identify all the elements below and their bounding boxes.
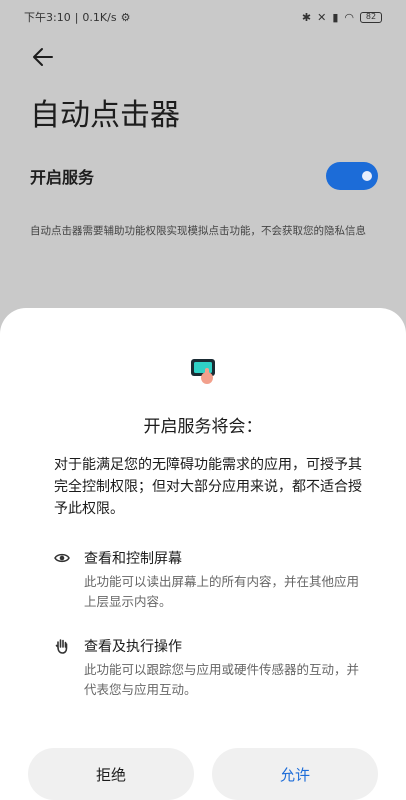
permission-item: 查看及执行操作 此功能可以跟踪您与应用或硬件传感器的互动，并代表您与应用互动。 [54, 636, 374, 700]
hand-icon [55, 639, 68, 654]
service-toggle[interactable] [326, 162, 378, 190]
permission-sheet: 开启服务将会： 对于能满足您的无障碍功能需求的应用，可授予其完全控制权限；但对大… [0, 308, 406, 800]
wifi-icon: ◠ [344, 10, 354, 24]
bluetooth-icon: ✱ [301, 10, 312, 24]
service-description: 自动点击器需要辅助功能权限实现模拟点击功能，不会获取您的隐私信息 [30, 225, 366, 237]
mute-icon: ✕ [317, 10, 327, 24]
allow-button[interactable]: 允许 [212, 748, 378, 800]
toggle-knob [362, 171, 372, 181]
notification-icon: ⚙ [120, 10, 131, 24]
status-right: ✱ ✕ ▮ ◠ 82 [302, 11, 382, 24]
network-speed: 0.1K/s [82, 10, 117, 24]
deny-button[interactable]: 拒绝 [28, 748, 194, 800]
sheet-title: 开启服务将会： [143, 417, 263, 437]
signal-icon: ▮ [332, 10, 339, 24]
permission-description: 此功能可以读出屏幕上的所有内容，并在其他应用上层显示内容。 [84, 574, 360, 609]
permission-head: 查看及执行操作 [54, 636, 374, 656]
permission-head: 查看和控制屏幕 [54, 548, 374, 568]
status-time: 下午3:10 [24, 11, 71, 24]
status-divider: | [74, 10, 79, 24]
sheet-body: 对于能满足您的无障碍功能需求的应用，可授予其完全控制权限；但对大部分应用来说，都… [54, 457, 362, 517]
permission-title: 查看及执行操作 [84, 639, 182, 655]
permission-description: 此功能可以跟踪您与应用或硬件传感器的互动，并代表您与应用互动。 [84, 662, 360, 697]
status-left: 下午3:10 | 0.1K/s ⚙ [24, 9, 130, 25]
service-toggle-row[interactable]: 开启服务 [30, 162, 378, 190]
battery-icon: 82 [360, 11, 382, 23]
accessibility-app-icon [191, 359, 215, 384]
permission-title: 查看和控制屏幕 [84, 551, 182, 567]
back-arrow-icon[interactable] [30, 44, 56, 70]
service-label: 开启服务 [30, 168, 95, 187]
eye-icon [54, 553, 70, 563]
status-bar: 下午3:10 | 0.1K/s ⚙ ✱ ✕ ▮ ◠ 82 [0, 0, 406, 34]
permission-item: 查看和控制屏幕 此功能可以读出屏幕上的所有内容，并在其他应用上层显示内容。 [54, 548, 374, 612]
page-title: 自动点击器 [30, 98, 180, 133]
